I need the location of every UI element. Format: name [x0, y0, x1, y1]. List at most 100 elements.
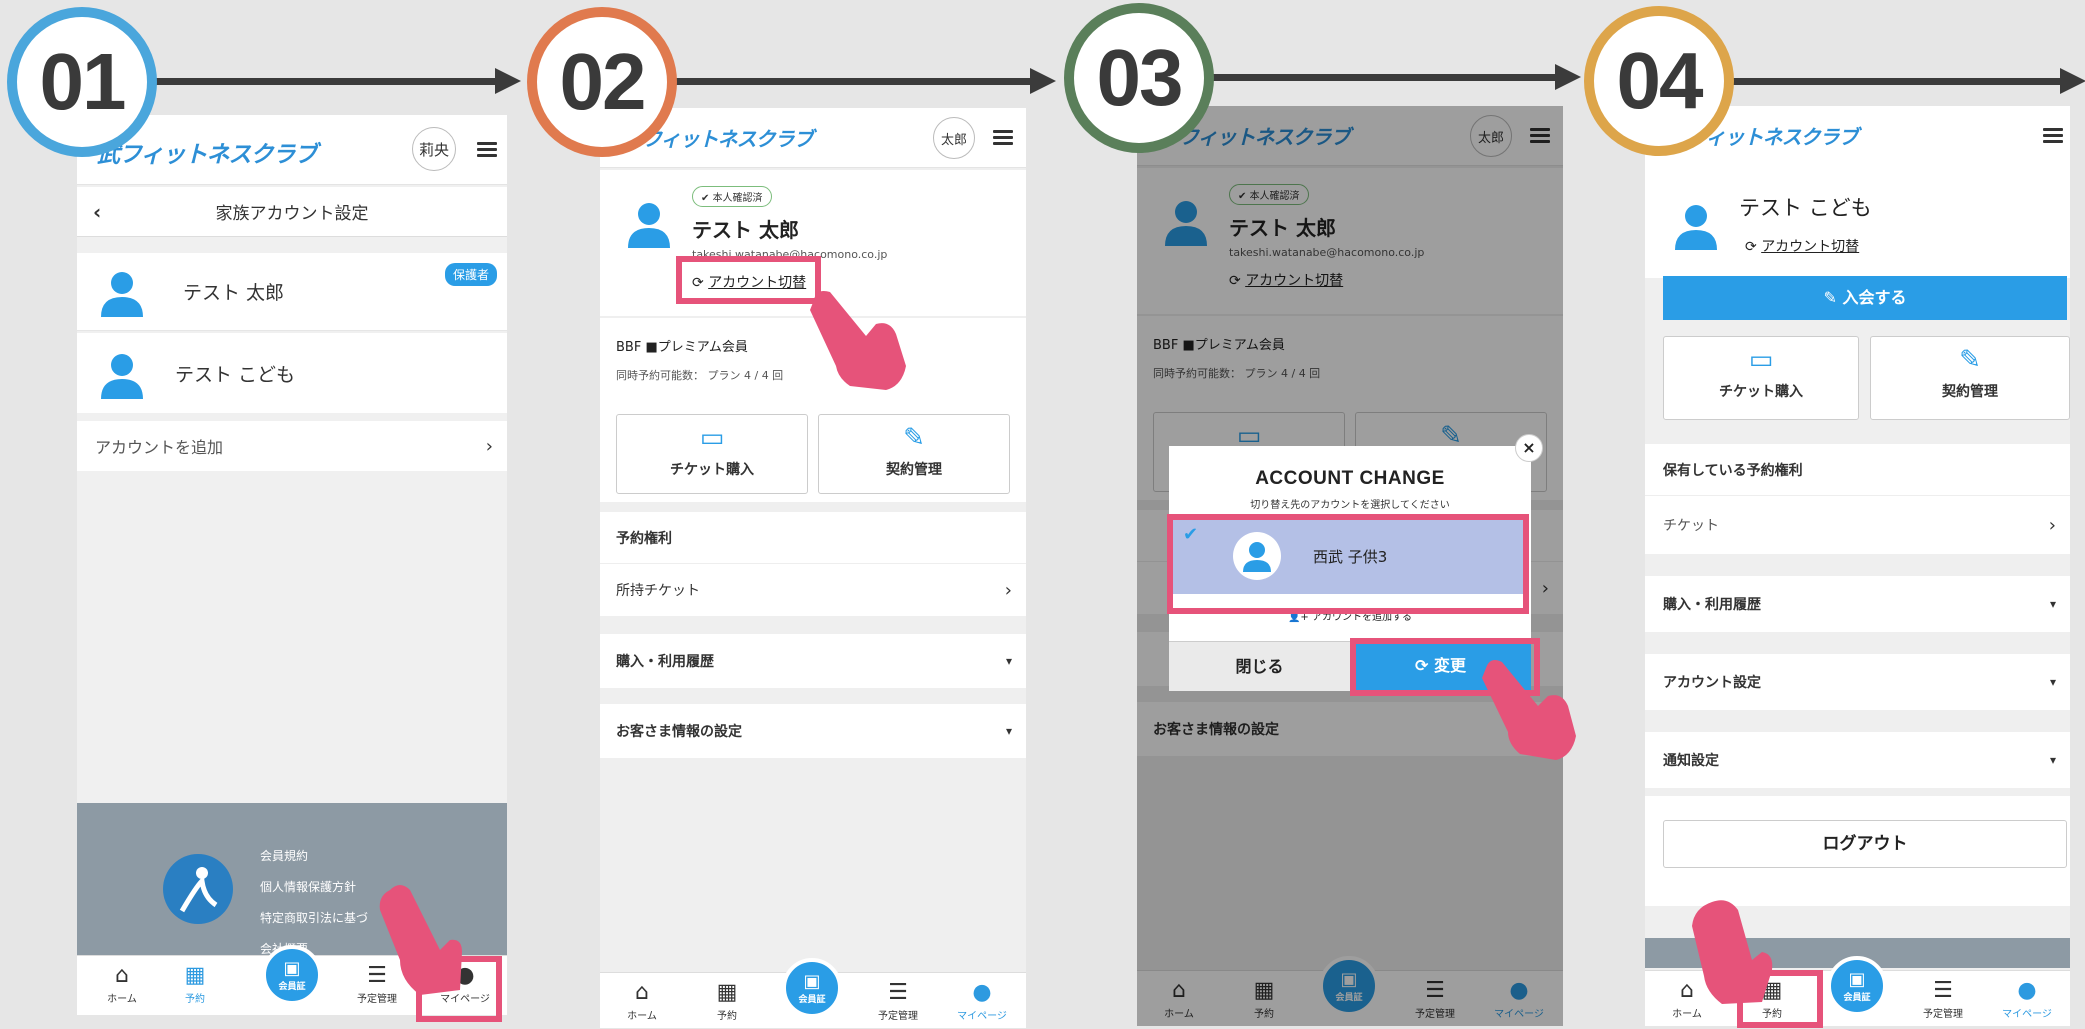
tab-mypage[interactable]: ● マイページ	[1997, 978, 2057, 1021]
tab-bar: ⌂ ホーム ▦ 予約 ▣ 会員証 ☰ 予定管理 ● マイページ	[600, 958, 1026, 1028]
step-badge-1: 01	[7, 7, 157, 157]
highlight-account-switch	[676, 256, 821, 304]
profile-name: テスト 太郎	[692, 218, 799, 242]
tab-mypage[interactable]: ● マイページ	[952, 980, 1012, 1023]
home-icon: ⌂	[635, 980, 649, 1005]
chevron-down-icon: ▾	[1005, 654, 1012, 668]
arrow-1	[120, 78, 500, 85]
modal-subtitle: 切り替え先のアカウントを選択してください	[1250, 500, 1450, 511]
highlight-account-option	[1167, 514, 1529, 614]
user-icon	[1675, 205, 1717, 250]
add-account-label: アカウントを追加	[95, 438, 224, 457]
refresh-icon: ⟳	[1745, 239, 1757, 255]
person-icon: ●	[972, 980, 992, 1005]
user-icon	[101, 354, 143, 399]
join-button[interactable]: ✎ 入会する	[1663, 276, 2067, 320]
arrow-1-head	[495, 68, 521, 94]
menu-icon[interactable]	[477, 142, 497, 158]
notification-settings-row[interactable]: 通知設定 ▾	[1645, 732, 2070, 788]
tab-home[interactable]: ⌂ ホーム	[92, 963, 152, 1006]
home-icon: ⌂	[115, 963, 129, 988]
footer-link[interactable]: 特定商取引法に基づ	[260, 909, 368, 926]
calendar-icon: ▦	[716, 980, 738, 1005]
modal-close-button[interactable]: 閉じる	[1169, 641, 1350, 691]
chevron-right-icon: ›	[2048, 514, 2056, 536]
tab-member-card[interactable]: ▣ 会員証	[262, 945, 322, 1005]
page-header: ‹ 家族アカウント設定	[77, 187, 507, 237]
menu-icon[interactable]	[993, 130, 1013, 146]
person-icon: ●	[2017, 978, 2037, 1003]
screen-2: フィットネスクラブ 太郎 ✔ 本人確認済 テスト 太郎 takeshi.wata…	[600, 108, 1026, 1028]
chevron-down-icon: ▾	[2049, 597, 2056, 611]
menu-icon[interactable]	[2043, 128, 2063, 144]
member-row-2[interactable]: テスト こども	[77, 333, 507, 413]
qr-icon: ▣	[1848, 969, 1866, 990]
pointing-hand-icon	[1692, 900, 1773, 1004]
ticket-purchase-button[interactable]: ▭ チケット購入	[616, 414, 808, 494]
close-icon: ×	[1522, 438, 1536, 457]
chevron-down-icon: ▾	[1005, 724, 1012, 738]
step-badge-2: 02	[527, 7, 677, 157]
page-title: 家族アカウント設定	[215, 204, 369, 224]
chevron-right-icon: ›	[485, 435, 493, 457]
verified-badge: ✔ 本人確認済	[692, 186, 772, 207]
footer-link[interactable]: 個人情報保護方針	[260, 878, 356, 895]
chevron-down-icon: ▾	[2049, 675, 2056, 689]
footer-link[interactable]: 会員規約	[260, 847, 308, 864]
arrow-3-head	[1555, 64, 1581, 90]
ticket-icon: ▭	[699, 423, 725, 453]
list-icon: ☰	[888, 980, 908, 1005]
tab-schedule[interactable]: ☰ 予定管理	[1913, 978, 1973, 1021]
arrow-2-head	[1030, 68, 1056, 94]
tab-member-card[interactable]: ▣ 会員証	[782, 958, 842, 1018]
owned-tickets-row[interactable]: 所持チケット ›	[600, 564, 1026, 616]
profile-card: テスト こども ⟳ アカウント切替	[1645, 166, 2070, 278]
tab-reserve[interactable]: ▦ 予約	[697, 980, 757, 1023]
arrow-4	[1725, 78, 2065, 85]
account-switch-link[interactable]: ⟳ アカウント切替	[1745, 236, 1859, 256]
pointing-hand-icon	[1482, 660, 1576, 760]
arrow-2	[660, 78, 1035, 85]
ticket-purchase-button[interactable]: ▭ チケット購入	[1663, 336, 1859, 420]
list-icon: ☰	[1933, 978, 1953, 1003]
modal-title: ACCOUNT CHANGE	[1255, 468, 1445, 489]
section-reservation-rights: 保有している予約権利	[1645, 444, 2070, 496]
add-account-row[interactable]: アカウントを追加 ›	[77, 421, 507, 471]
contract-management-button[interactable]: ✎ 契約管理	[818, 414, 1010, 494]
edit-document-icon: ✎	[1959, 345, 1981, 375]
account-settings-row[interactable]: アカウント設定 ▾	[1645, 654, 2070, 710]
tab-home[interactable]: ⌂ ホーム	[612, 980, 672, 1023]
chevron-down-icon: ▾	[2049, 753, 2056, 767]
guardian-badge: 保護者	[444, 263, 497, 286]
calendar-icon: ▦	[184, 963, 206, 988]
member-name: テスト 太郎	[183, 282, 285, 304]
member-row-1[interactable]: テスト 太郎 保護者	[77, 253, 507, 331]
back-icon[interactable]: ‹	[93, 200, 101, 224]
user-avatar[interactable]: 莉央	[412, 127, 456, 171]
qr-icon: ▣	[283, 958, 301, 979]
modal-dismiss-button[interactable]: ×	[1515, 434, 1543, 462]
tab-reserve[interactable]: ▦ 予約	[165, 963, 225, 1006]
pointing-hand-icon	[379, 885, 462, 995]
step-badge-4: 04	[1584, 6, 1734, 156]
tab-member-card[interactable]: ▣ 会員証	[1827, 956, 1887, 1016]
customer-settings-row[interactable]: お客さま情報の設定 ▾	[600, 704, 1026, 758]
tutorial-stage: 武フィットネスクラブ 莉央 ‹ 家族アカウント設定 テスト 太郎 保護者 テスト…	[0, 0, 2085, 1029]
logout-button[interactable]: ログアウト	[1663, 820, 2067, 868]
pointing-hand-icon	[810, 291, 906, 390]
profile-name: テスト こども	[1739, 196, 1872, 220]
qr-icon: ▣	[803, 971, 821, 992]
ticket-icon: ▭	[1748, 345, 1774, 375]
history-row[interactable]: 購入・利用履歴 ▾	[600, 634, 1026, 688]
ticket-row[interactable]: チケット ›	[1645, 496, 2070, 554]
history-row[interactable]: 購入・利用履歴 ▾	[1645, 576, 2070, 632]
user-avatar[interactable]: 太郎	[933, 117, 975, 159]
step-badge-3: 03	[1064, 3, 1214, 153]
edit-document-icon: ✎	[903, 423, 925, 453]
brand-emblem	[163, 854, 233, 924]
contract-management-button[interactable]: ✎ 契約管理	[1870, 336, 2070, 420]
member-name: テスト こども	[175, 363, 296, 386]
tab-schedule[interactable]: ☰ 予定管理	[868, 980, 928, 1023]
arrow-4-head	[2060, 68, 2085, 94]
user-icon	[628, 203, 670, 248]
